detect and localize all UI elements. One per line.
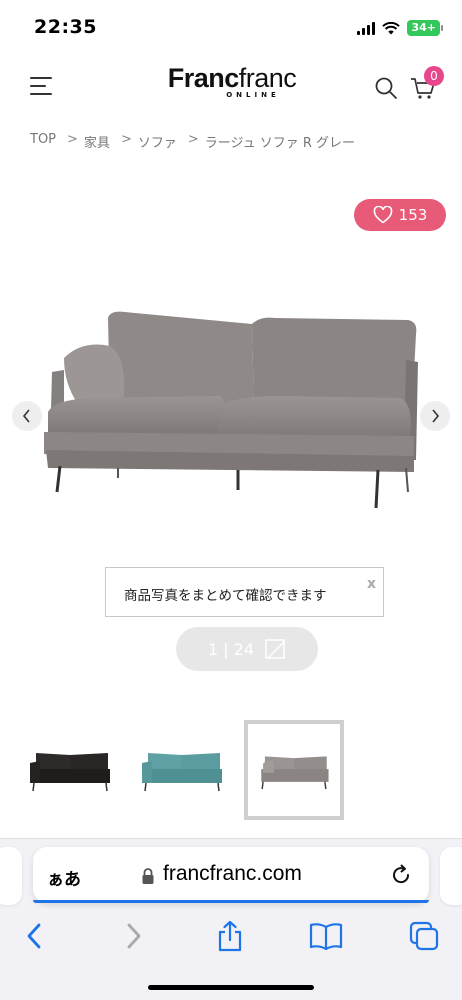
status-bar: 22:35 34+: [0, 0, 462, 58]
cellular-signal-icon: [357, 21, 376, 35]
thumbnail-teal-sofa[interactable]: [132, 720, 232, 820]
tooltip-text: 商品写真をまとめて確認できます: [124, 588, 327, 604]
breadcrumb-furniture[interactable]: 家具: [84, 132, 110, 151]
gallery-tooltip: 商品写真をまとめて確認できます x: [105, 567, 384, 617]
breadcrumb-current: ラージュ ソファ R グレー: [204, 136, 356, 151]
status-time: 22:35: [34, 16, 97, 38]
favorite-count: 153: [398, 206, 428, 224]
breadcrumb-separator: >: [120, 132, 132, 147]
breadcrumb-sofa[interactable]: ソファ: [138, 132, 177, 151]
tooltip-close-button[interactable]: x: [367, 576, 376, 592]
wifi-icon: [382, 21, 401, 34]
page-load-progress: [33, 900, 429, 903]
tabs-button[interactable]: [406, 918, 442, 954]
chevron-right-icon: [432, 409, 440, 423]
gallery-counter-text: 1 | 24: [207, 639, 255, 659]
carousel-next-button[interactable]: [420, 401, 450, 431]
breadcrumb-top[interactable]: TOP: [30, 132, 56, 151]
chevron-right-icon: [127, 923, 141, 949]
hamburger-menu-icon[interactable]: [30, 77, 54, 97]
carousel-prev-button[interactable]: [12, 401, 42, 431]
thumbnail-strip: [20, 720, 440, 820]
cart-count-badge: 0: [424, 66, 444, 86]
status-icons: 34+: [357, 20, 443, 36]
expand-gallery-icon: [265, 639, 285, 659]
gallery-counter-button[interactable]: 1 | 24: [176, 627, 318, 671]
page-settings-button[interactable]: ぁあ: [47, 865, 81, 890]
battery-indicator: 34+: [407, 20, 443, 36]
search-icon[interactable]: [374, 76, 398, 100]
share-icon: [218, 920, 242, 952]
share-button[interactable]: [212, 918, 248, 954]
bookmarks-button[interactable]: [308, 918, 344, 954]
tabs-icon: [409, 921, 439, 951]
home-indicator: [148, 985, 314, 990]
breadcrumb-separator: >: [187, 132, 199, 147]
heart-icon: [373, 206, 392, 224]
breadcrumb-separator: >: [67, 132, 78, 147]
next-tab-preview[interactable]: [440, 847, 462, 905]
browser-toolbar: [0, 914, 462, 958]
product-image-sofa: [44, 311, 418, 509]
lock-icon: [142, 868, 154, 884]
chevron-left-icon: [27, 923, 41, 949]
reload-icon[interactable]: [389, 863, 413, 887]
chevron-left-icon: [22, 409, 30, 423]
breadcrumb: TOP > 家具 > ソファ > ラージュ ソファ R グレー: [30, 132, 355, 151]
previous-tab-preview[interactable]: [0, 847, 22, 905]
thumbnail-black-sofa[interactable]: [20, 720, 120, 820]
forward-button[interactable]: [116, 918, 152, 954]
site-header: Francfranc ONLINE 0: [0, 58, 462, 118]
url-text: francfranc.com: [163, 862, 302, 885]
thumbnail-gray-sofa[interactable]: [244, 720, 344, 820]
book-icon: [309, 923, 343, 950]
address-bar[interactable]: ぁあ francfranc.com: [33, 847, 429, 903]
favorite-button[interactable]: 153: [354, 199, 446, 231]
back-button[interactable]: [16, 918, 52, 954]
francfranc-logo[interactable]: Francfranc ONLINE: [162, 64, 302, 99]
